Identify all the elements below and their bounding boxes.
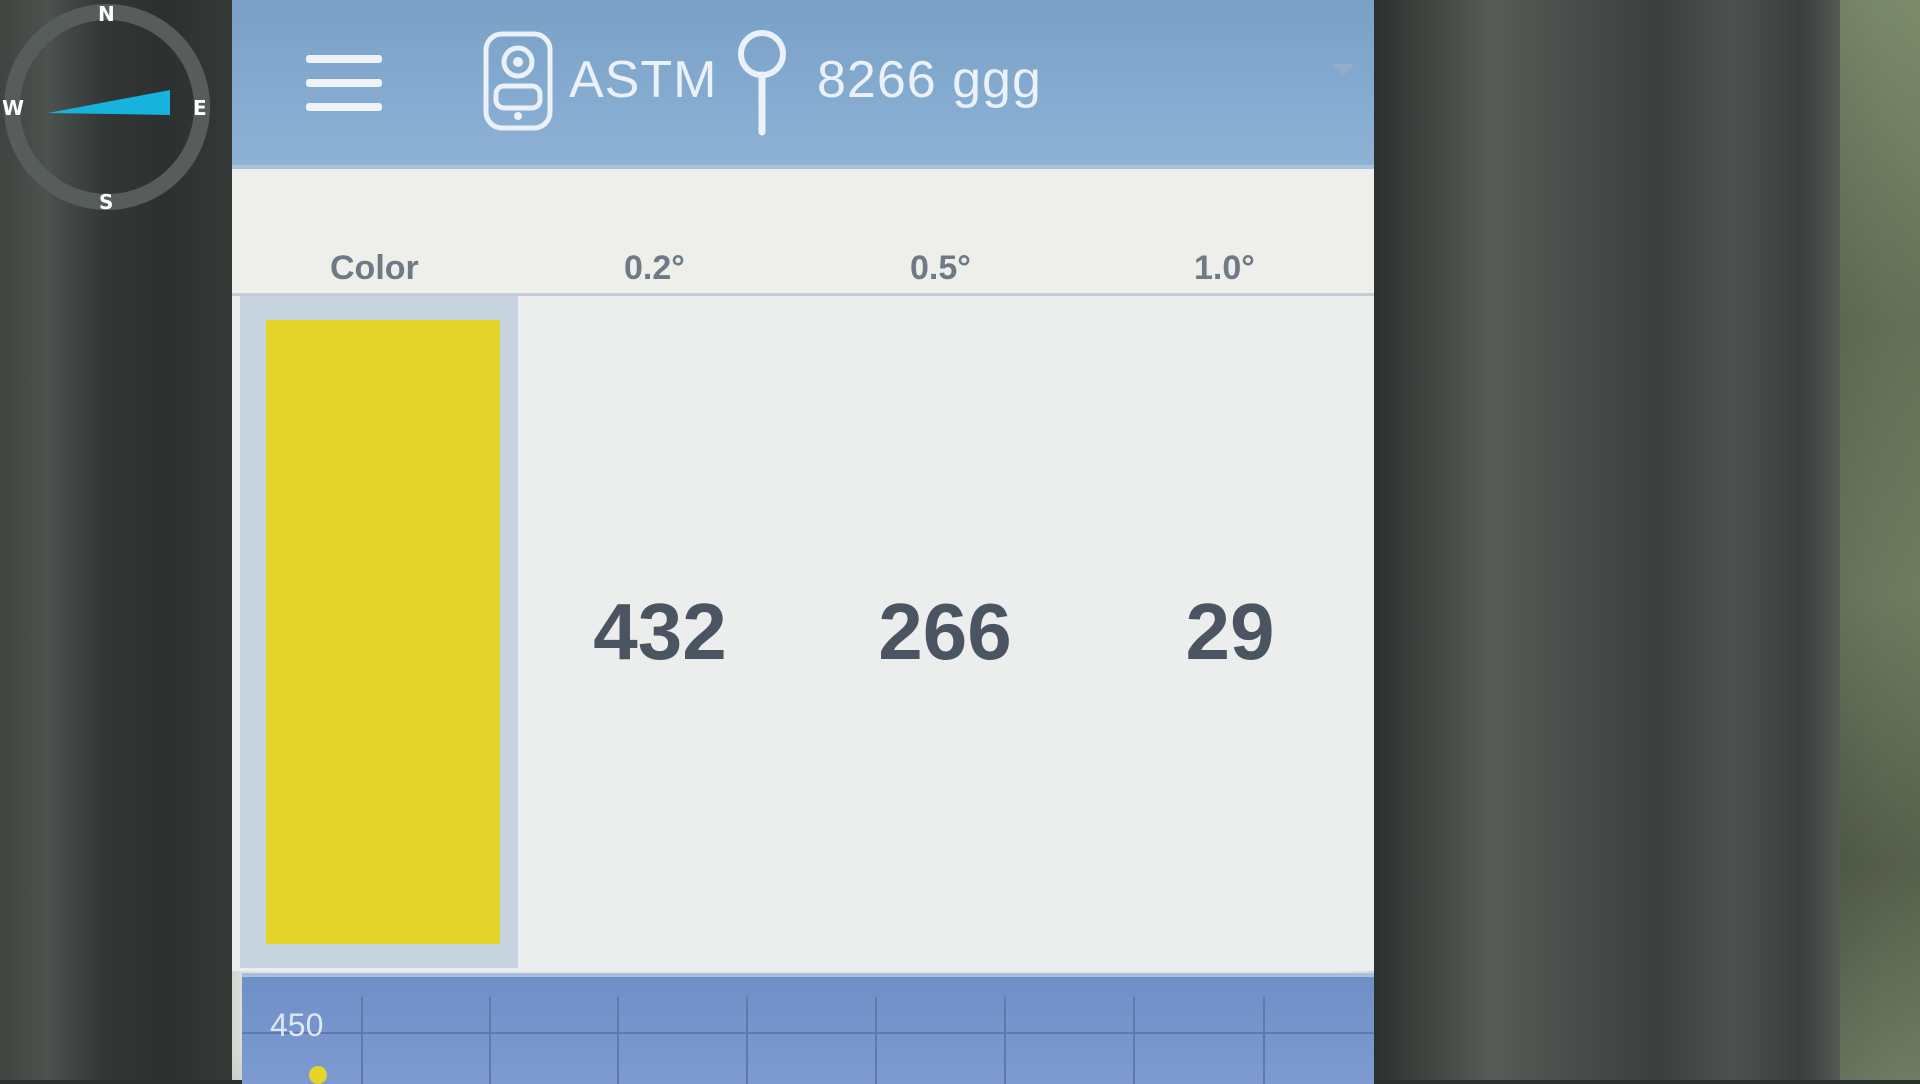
value-0-5-deg: 266	[878, 587, 1012, 676]
table-row: 432 266 29	[232, 296, 1374, 971]
column-header-1-0-deg: 1.0°	[1194, 249, 1255, 287]
compass-west-label: W	[2, 96, 25, 120]
column-header-0-5-deg: 0.5°	[910, 249, 971, 287]
compass-ring	[4, 4, 210, 210]
chevron-down-icon[interactable]	[1332, 64, 1354, 76]
device-frame-right	[1372, 0, 1920, 1080]
hamburger-menu-icon[interactable]	[306, 55, 382, 111]
graph-data-point	[309, 1066, 327, 1084]
color-swatch	[266, 320, 500, 944]
column-header-color: Color	[330, 249, 419, 287]
column-header-0-2-deg: 0.2°	[624, 249, 685, 287]
device-screen: ASTM 8266 ggg Color 0.2° 0.5° 1.0° 432 2…	[232, 0, 1374, 1084]
graph-grid	[242, 997, 1374, 1084]
compass-south-label: S	[99, 190, 114, 214]
value-1-0-deg: 29	[1185, 587, 1275, 676]
graph-y-label: 450	[270, 1007, 324, 1043]
compass-north-label: N	[98, 2, 115, 26]
standard-label[interactable]: ASTM	[569, 50, 717, 110]
trend-graph: 450	[242, 973, 1374, 1084]
value-0-2-deg: 432	[593, 587, 727, 676]
location-label[interactable]: 8266 ggg	[817, 50, 1042, 110]
table-header: Color 0.2° 0.5° 1.0°	[232, 169, 1374, 296]
color-cell	[240, 296, 518, 968]
map-pin-icon[interactable]	[732, 28, 792, 136]
instrument-icon[interactable]	[482, 30, 554, 132]
background-foliage	[1840, 0, 1920, 1080]
compass-overlay: N E S W	[0, 0, 215, 215]
app-header: ASTM 8266 ggg	[232, 0, 1374, 169]
compass-east-label: E	[193, 96, 207, 120]
